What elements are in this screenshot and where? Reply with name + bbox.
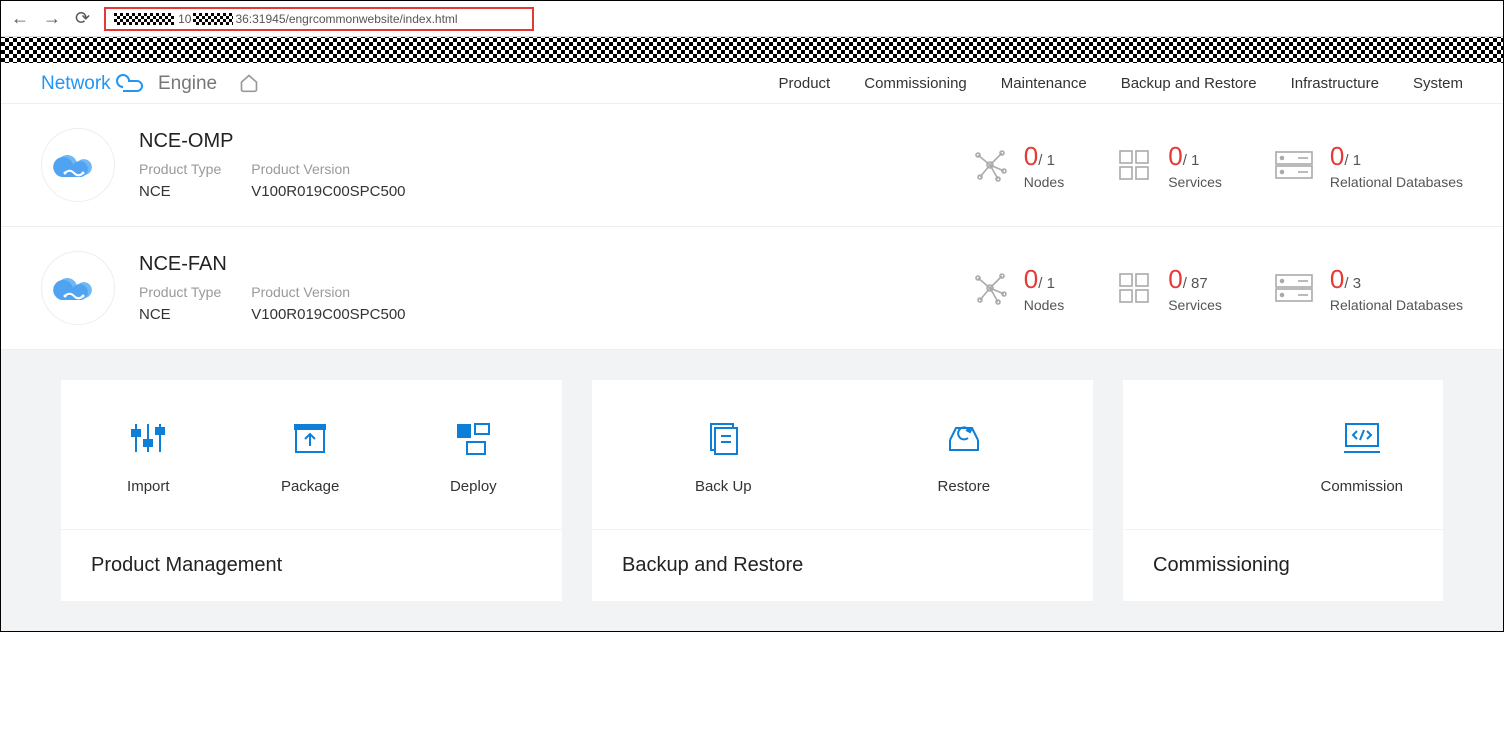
card-title: Product Management <box>61 529 562 601</box>
restore-icon <box>938 414 991 462</box>
card-backup-restore: Back Up Restore Backup and Restore <box>592 380 1093 601</box>
product-list: NCE-OMP Product Type NCE Product Version… <box>1 103 1503 350</box>
product-name: NCE-FAN <box>139 253 406 276</box>
product-row: NCE-FAN Product Type NCE Product Version… <box>1 227 1503 350</box>
cloud-icon <box>41 251 115 325</box>
nav-backup-restore[interactable]: Backup and Restore <box>1121 75 1257 92</box>
nodes-icon <box>970 145 1010 185</box>
forward-button[interactable]: → <box>43 8 61 29</box>
header-bar: Network Engine Product Commissioning Mai… <box>1 63 1503 103</box>
action-import[interactable]: Import <box>126 414 170 495</box>
stat-nodes[interactable]: 0/ 1 Nodes <box>970 141 1064 190</box>
card-title: Backup and Restore <box>592 529 1093 601</box>
code-monitor-icon <box>1320 414 1403 462</box>
action-commission[interactable]: Commission <box>1320 414 1403 495</box>
redacted-area <box>114 13 174 25</box>
quick-action-cards: Import Package Deploy Product Management… <box>1 350 1503 631</box>
brand-logo[interactable]: Network Engine <box>41 71 217 95</box>
product-type-value: NCE <box>139 183 221 200</box>
stat-services[interactable]: 0/ 87 Services <box>1114 264 1222 313</box>
product-version-label: Product Version <box>251 284 405 300</box>
back-button[interactable]: ← <box>11 8 29 29</box>
action-package[interactable]: Package <box>281 414 339 495</box>
url-text: 36:31945/engrcommonwebsite/index.html <box>235 12 457 26</box>
stat-rdb[interactable]: 0/ 3 Relational Databases <box>1272 264 1463 313</box>
sliders-icon <box>126 414 170 462</box>
action-label: Commission <box>1320 478 1403 495</box>
stat-rdb[interactable]: 0/ 1 Relational Databases <box>1272 141 1463 190</box>
product-row: NCE-OMP Product Type NCE Product Version… <box>1 104 1503 227</box>
deploy-icon <box>450 414 497 462</box>
stat-services[interactable]: 0/ 1 Services <box>1114 141 1222 190</box>
card-product-management: Import Package Deploy Product Management <box>61 380 562 601</box>
backup-icon <box>695 414 752 462</box>
services-icon <box>1114 145 1154 185</box>
product-version-value: V100R019C00SPC500 <box>251 306 405 323</box>
stat-nodes[interactable]: 0/ 1 Nodes <box>970 264 1064 313</box>
card-commissioning: Commission Commissioning <box>1123 380 1443 601</box>
browser-toolbar: ← → ⟳ 10 36:31945/engrcommonwebsite/inde… <box>1 1 1503 37</box>
nodes-icon <box>970 268 1010 308</box>
product-type-value: NCE <box>139 306 221 323</box>
product-type-label: Product Type <box>139 284 221 300</box>
action-backup[interactable]: Back Up <box>695 414 752 495</box>
product-version-value: V100R019C00SPC500 <box>251 183 405 200</box>
reload-button[interactable]: ⟳ <box>75 8 90 29</box>
nav-commissioning[interactable]: Commissioning <box>864 75 967 92</box>
action-label: Deploy <box>450 478 497 495</box>
action-deploy[interactable]: Deploy <box>450 414 497 495</box>
url-prefix: 10 <box>178 12 191 26</box>
database-icon <box>1272 271 1316 305</box>
card-title: Commissioning <box>1123 529 1443 601</box>
action-label: Package <box>281 478 339 495</box>
product-version-label: Product Version <box>251 161 405 177</box>
product-name: NCE-OMP <box>139 130 406 153</box>
action-label: Back Up <box>695 478 752 495</box>
package-icon <box>281 414 339 462</box>
nav-product[interactable]: Product <box>779 75 831 92</box>
nav-system[interactable]: System <box>1413 75 1463 92</box>
action-label: Import <box>126 478 170 495</box>
action-label: Restore <box>938 478 991 495</box>
redacted-area <box>193 13 233 25</box>
home-icon[interactable] <box>239 73 259 93</box>
services-icon <box>1114 268 1154 308</box>
product-type-label: Product Type <box>139 161 221 177</box>
nav-infrastructure[interactable]: Infrastructure <box>1291 75 1379 92</box>
address-bar[interactable]: 10 36:31945/engrcommonwebsite/index.html <box>104 7 534 31</box>
redacted-tab-strip <box>1 37 1503 63</box>
database-icon <box>1272 148 1316 182</box>
action-restore[interactable]: Restore <box>938 414 991 495</box>
main-nav: Product Commissioning Maintenance Backup… <box>779 75 1463 92</box>
nav-maintenance[interactable]: Maintenance <box>1001 75 1087 92</box>
cloud-icon <box>41 128 115 202</box>
